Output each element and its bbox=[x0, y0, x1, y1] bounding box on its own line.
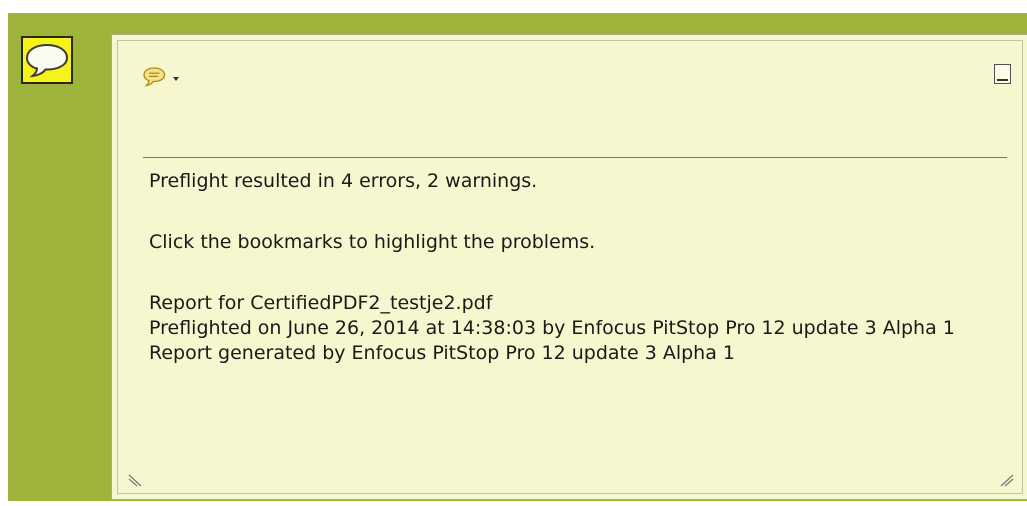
resize-grip-icon[interactable] bbox=[128, 473, 144, 487]
minimize-button[interactable] bbox=[994, 64, 1011, 84]
comment-annotation-icon[interactable] bbox=[21, 36, 73, 84]
popup-frame: Preflight resulted in 4 errors, 2 warnin… bbox=[117, 40, 1023, 494]
comment-popup: Preflight resulted in 4 errors, 2 warnin… bbox=[111, 34, 1027, 500]
preflight-result-text: Preflight resulted in 4 errors, 2 warnin… bbox=[149, 170, 538, 192]
report-generator-text: Report generated by Enfocus PitStop Pro … bbox=[149, 342, 735, 364]
comment-text[interactable]: Preflight resulted in 4 errors, 2 warnin… bbox=[149, 169, 1019, 366]
speech-bubble-icon bbox=[143, 67, 166, 87]
preflight-date-text: Preflighted on June 26, 2014 at 14:38:03… bbox=[149, 317, 955, 339]
document-background: Preflight resulted in 4 errors, 2 warnin… bbox=[8, 13, 1027, 501]
report-file-text: Report for CertifiedPDF2_testje2.pdf bbox=[149, 292, 493, 314]
comment-options-menu-button[interactable] bbox=[141, 63, 193, 91]
instruction-text: Click the bookmarks to highlight the pro… bbox=[149, 231, 596, 253]
header-divider bbox=[143, 157, 1007, 158]
resize-grip-icon[interactable] bbox=[998, 473, 1014, 487]
chevron-down-icon bbox=[173, 77, 179, 81]
